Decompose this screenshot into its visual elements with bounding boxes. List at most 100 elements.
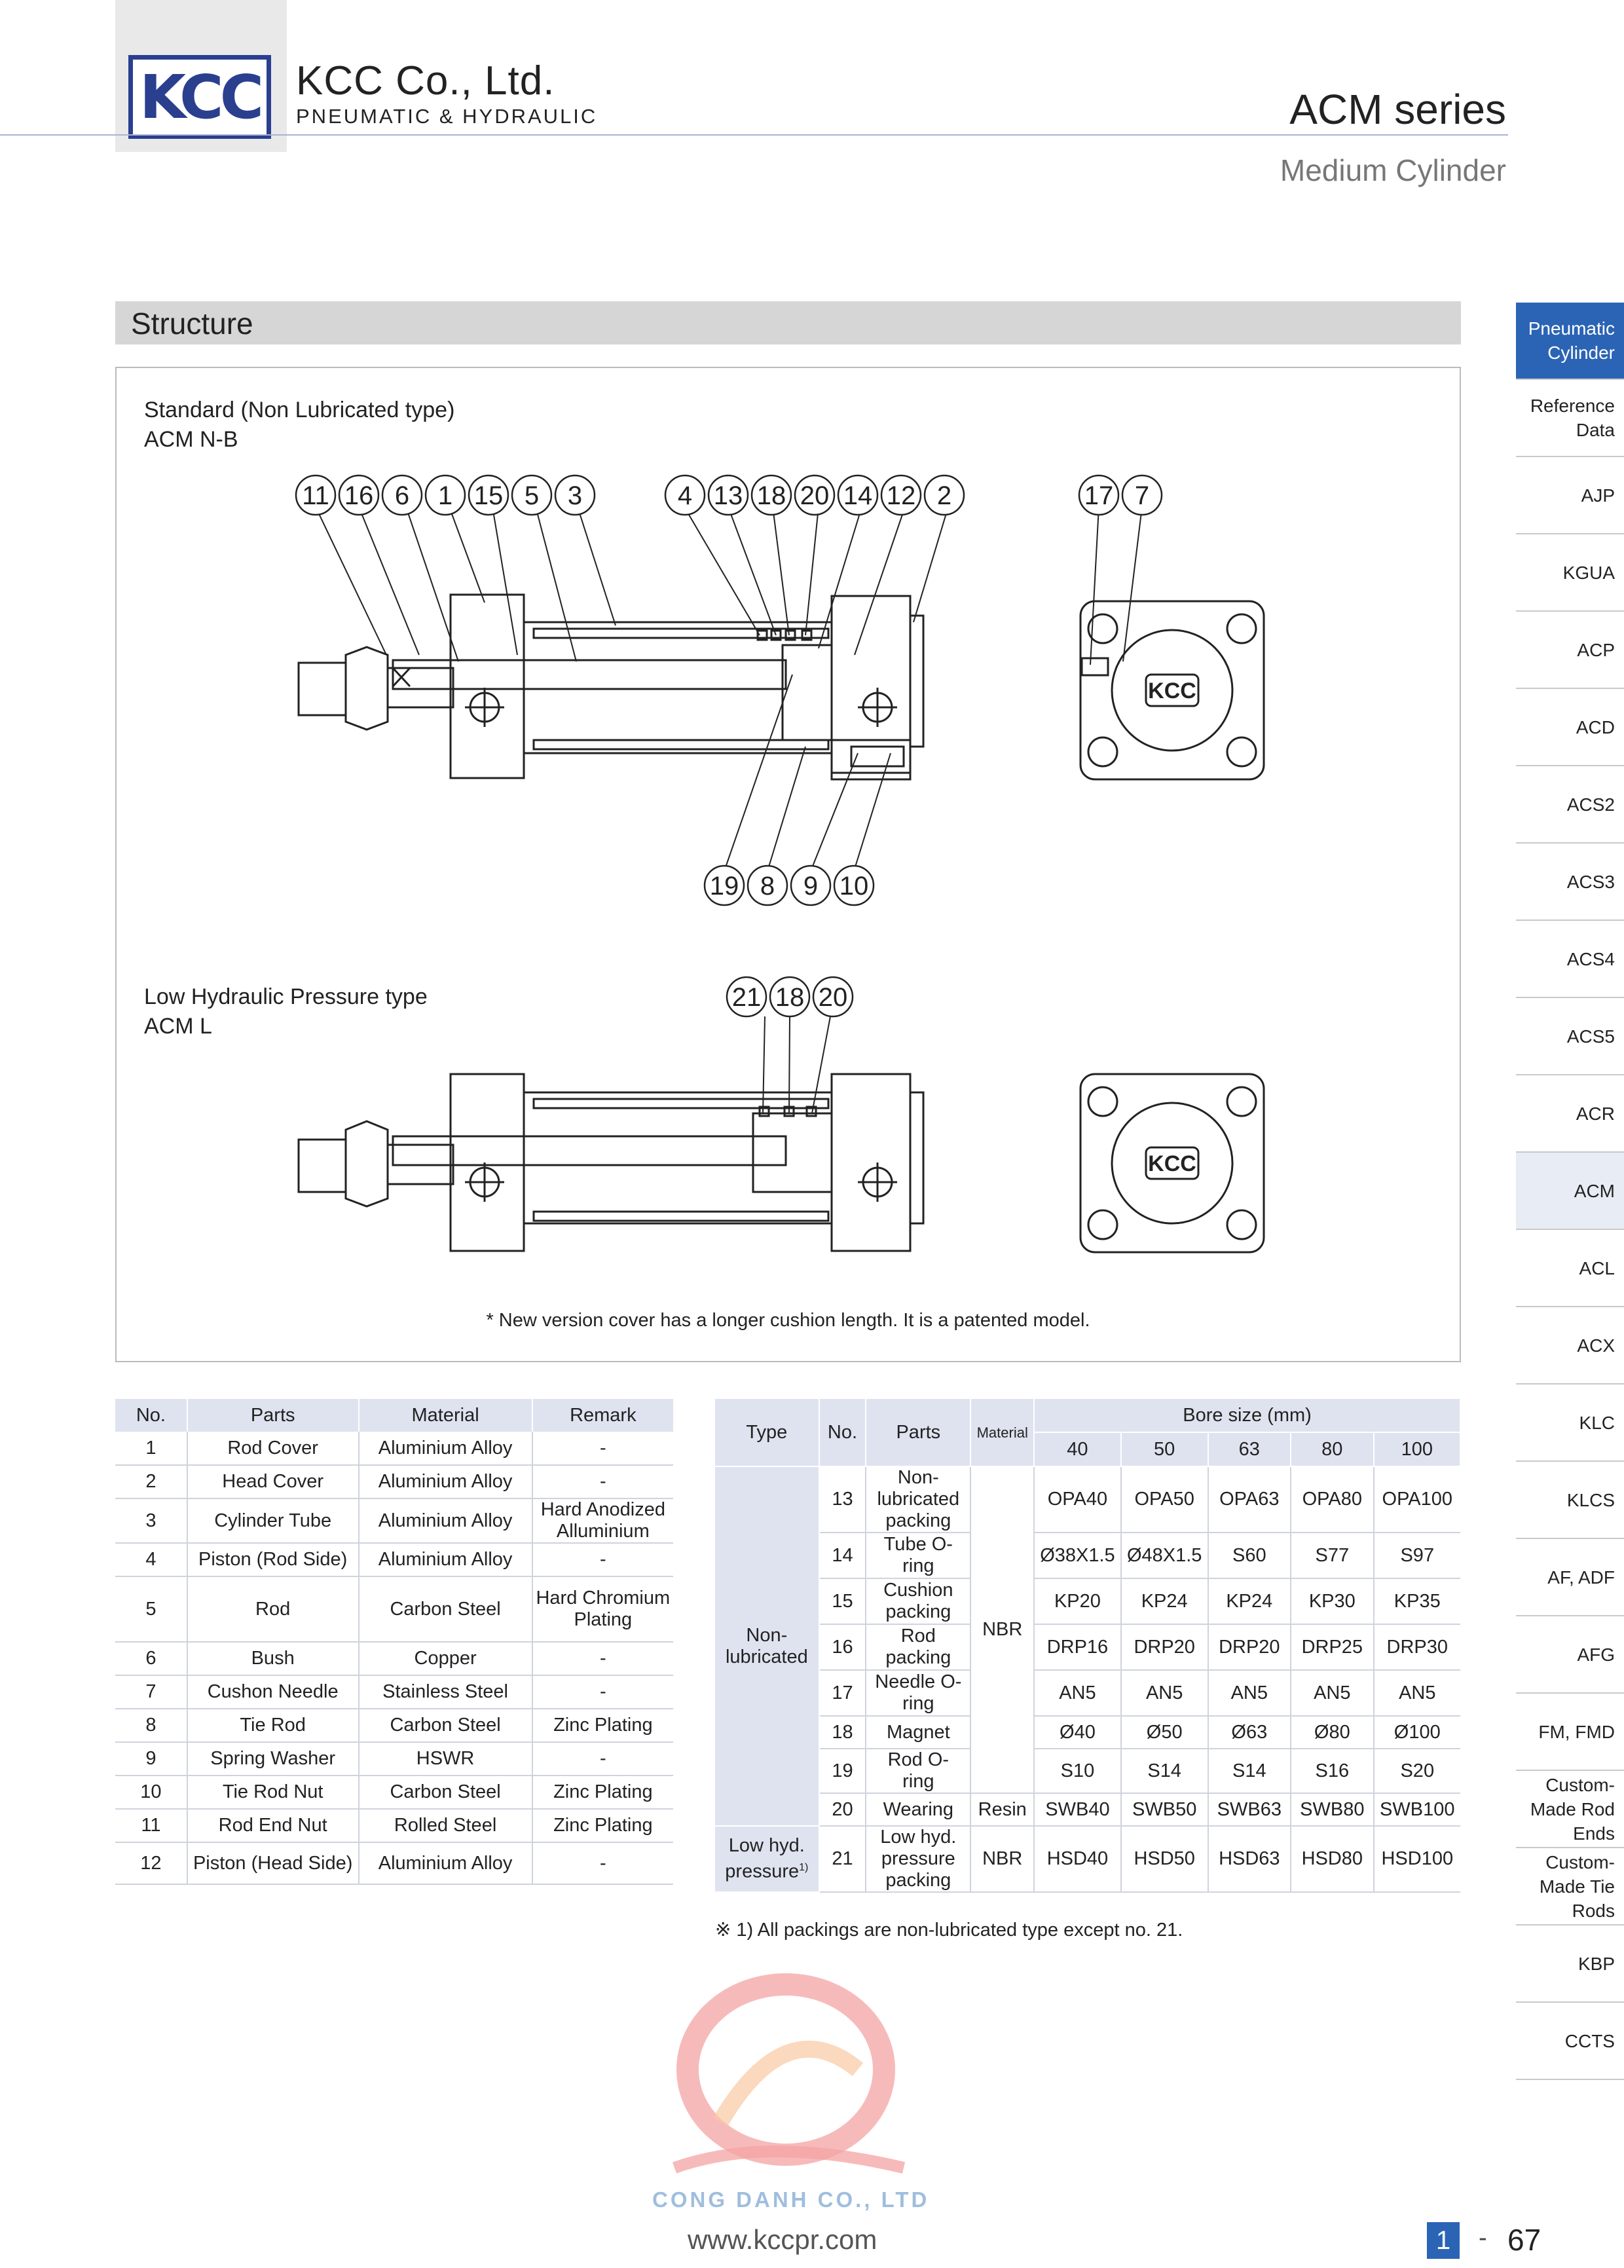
- part-remark: -: [532, 1675, 673, 1709]
- seal-value: HSD50: [1120, 1826, 1209, 1893]
- nav-item-custom-made-tie-rods[interactable]: Custom-Made Tie Rods: [1516, 1848, 1624, 1925]
- seal-value: Ø100: [1373, 1716, 1460, 1749]
- page-number: 67: [1507, 2223, 1541, 2257]
- seal-value: Ø38X1.5: [1034, 1533, 1122, 1579]
- low-rod-cover-body: [449, 1073, 525, 1252]
- nav-item-acx[interactable]: ACX: [1516, 1307, 1624, 1385]
- seal-table: Type No. Parts Material Bore size (mm) 4…: [715, 1399, 1462, 1893]
- nav-item-afg[interactable]: AFG: [1516, 1616, 1624, 1694]
- seal-value: OPA63: [1208, 1466, 1292, 1533]
- nav-item-acs5[interactable]: ACS5: [1516, 998, 1624, 1075]
- callout-label: 14: [843, 481, 873, 510]
- part-name: Bush: [187, 1642, 360, 1676]
- structure-drawing: KCC KCC 11 16 6 1 15 5 3 4 13 18 20 14 12 2 17 7 19 8 9 10 2…: [295, 474, 1265, 1254]
- part-name: Cushon Needle: [187, 1675, 360, 1709]
- seal-value: Ø63: [1208, 1716, 1292, 1749]
- rod-cover-body: [449, 593, 525, 779]
- nav-item-pneumatic-cylinder[interactable]: Pneumatic Cylinder: [1516, 303, 1624, 380]
- nav-item-acm[interactable]: ACM: [1516, 1153, 1624, 1230]
- seal-no: 19: [819, 1749, 867, 1794]
- table-row: 2 Head Cover Aluminium Alloy -: [115, 1465, 673, 1499]
- nav-item-acl[interactable]: ACL: [1516, 1230, 1624, 1307]
- end-view-logo-1: KCC: [1148, 679, 1196, 703]
- table-row: 12 Piston (Head Side) Aluminium Alloy -: [115, 1842, 673, 1885]
- part-no: 9: [115, 1742, 188, 1776]
- part-no: 3: [115, 1498, 188, 1544]
- seal-material: Resin: [970, 1793, 1035, 1827]
- nav-item-reference-data[interactable]: Reference Data: [1516, 380, 1624, 457]
- seal-value: S77: [1291, 1533, 1375, 1579]
- seal-value: S14: [1120, 1749, 1209, 1794]
- seal-value: DRP20: [1120, 1624, 1209, 1671]
- callout-label: 18: [775, 983, 805, 1012]
- part-no: 6: [115, 1642, 188, 1676]
- nav-item-acs3[interactable]: ACS3: [1516, 844, 1624, 921]
- seal-value: AN5: [1034, 1670, 1122, 1717]
- footer-url[interactable]: www.kccpr.com: [688, 2224, 877, 2256]
- seal-value: OPA80: [1291, 1466, 1375, 1533]
- footnote-marker: 1): [799, 1862, 809, 1874]
- seal-value: KP24: [1120, 1578, 1209, 1625]
- seal-value: SWB63: [1208, 1793, 1292, 1827]
- part-material: Aluminium Alloy: [358, 1543, 533, 1577]
- part-no: 7: [115, 1675, 188, 1709]
- table-row: 9 Spring Washer HSWR -: [115, 1742, 673, 1776]
- col-material: Material: [970, 1399, 1035, 1467]
- callout-label: 10: [840, 872, 869, 901]
- seal-value: Ø80: [1291, 1716, 1375, 1749]
- nav-item-fm-fmd[interactable]: FM, FMD: [1516, 1694, 1624, 1771]
- low-head-cover-body: [830, 1073, 912, 1252]
- nav-item-acp[interactable]: ACP: [1516, 612, 1624, 689]
- col-type: Type: [715, 1399, 820, 1467]
- end-view-logo-2: KCC: [1148, 1151, 1196, 1176]
- nav-item-custom-made-rod-ends[interactable]: Custom-Made Rod Ends: [1516, 1771, 1624, 1848]
- table-row: 14 Tube O-ring Ø38X1.5 Ø48X1.5 S60 S77 S97: [715, 1533, 1460, 1579]
- seal-part: Rod packing: [866, 1624, 972, 1671]
- part-remark: Hard Chromium Plating: [532, 1576, 673, 1643]
- bore-50: 50: [1120, 1432, 1209, 1467]
- nav-item-af-adf[interactable]: AF, ADF: [1516, 1539, 1624, 1616]
- callout-label: 17: [1084, 481, 1114, 510]
- callout-label: 19: [710, 872, 739, 901]
- callout-label: 20: [800, 481, 830, 510]
- nav-item-acr[interactable]: ACR: [1516, 1075, 1624, 1153]
- col-no: No.: [115, 1399, 188, 1432]
- nav-item-acs2[interactable]: ACS2: [1516, 766, 1624, 844]
- watermark-text: CONG DANH CO., LTD: [652, 2187, 930, 2212]
- bore-100: 100: [1373, 1432, 1462, 1467]
- part-no: 4: [115, 1543, 188, 1577]
- callout-label: 6: [395, 481, 409, 510]
- nav-item-kgua[interactable]: KGUA: [1516, 534, 1624, 612]
- side-nav: Pneumatic Cylinder Reference Data AJP KGUA A…: [1516, 303, 1624, 2080]
- part-material: Copper: [358, 1642, 533, 1676]
- section-number: 1: [1427, 2222, 1460, 2259]
- table-row: 1 Rod Cover Aluminium Alloy -: [115, 1432, 673, 1466]
- col-bore-size: Bore size (mm): [1034, 1399, 1461, 1433]
- nav-item-ajp[interactable]: AJP: [1516, 457, 1624, 534]
- callout-bubbles: 11 16 6 1 15 5 3 4 13 18 20 14 12 2 17 7 19 8 9 10 21 18 20: [295, 474, 1163, 1018]
- piston: [781, 644, 833, 741]
- nav-item-klcs[interactable]: KLCS: [1516, 1462, 1624, 1539]
- nav-item-klc[interactable]: KLC: [1516, 1385, 1624, 1462]
- table-row: 18 Magnet Ø40 Ø50 Ø63 Ø80 Ø100: [715, 1716, 1460, 1749]
- seal-material-nbr: NBR: [970, 1466, 1035, 1794]
- seal-value: KP20: [1034, 1578, 1122, 1625]
- callout-label: 2: [937, 481, 951, 510]
- part-material: Aluminium Alloy: [358, 1498, 533, 1544]
- seal-part: Wearing: [866, 1793, 972, 1827]
- nav-item-acd[interactable]: ACD: [1516, 689, 1624, 766]
- callout-label: 9: [803, 872, 818, 901]
- col-remark: Remark: [532, 1399, 673, 1432]
- table-row: 16 Rod packing DRP16 DRP20 DRP20 DRP25 DRP30: [715, 1624, 1460, 1671]
- nav-item-ccts[interactable]: CCTS: [1516, 2003, 1624, 2080]
- nav-item-acs4[interactable]: ACS4: [1516, 921, 1624, 998]
- seal-value: S16: [1291, 1749, 1375, 1794]
- structure-note: * New version cover has a longer cushion…: [486, 1310, 1090, 1331]
- seal-value: SWB50: [1120, 1793, 1209, 1827]
- col-material: Material: [358, 1399, 533, 1432]
- part-remark: -: [532, 1465, 673, 1499]
- col-parts: Parts: [187, 1399, 360, 1432]
- nav-item-kbp[interactable]: KBP: [1516, 1925, 1624, 2003]
- seal-no: 20: [819, 1793, 867, 1827]
- part-remark: Zinc Plating: [532, 1709, 673, 1743]
